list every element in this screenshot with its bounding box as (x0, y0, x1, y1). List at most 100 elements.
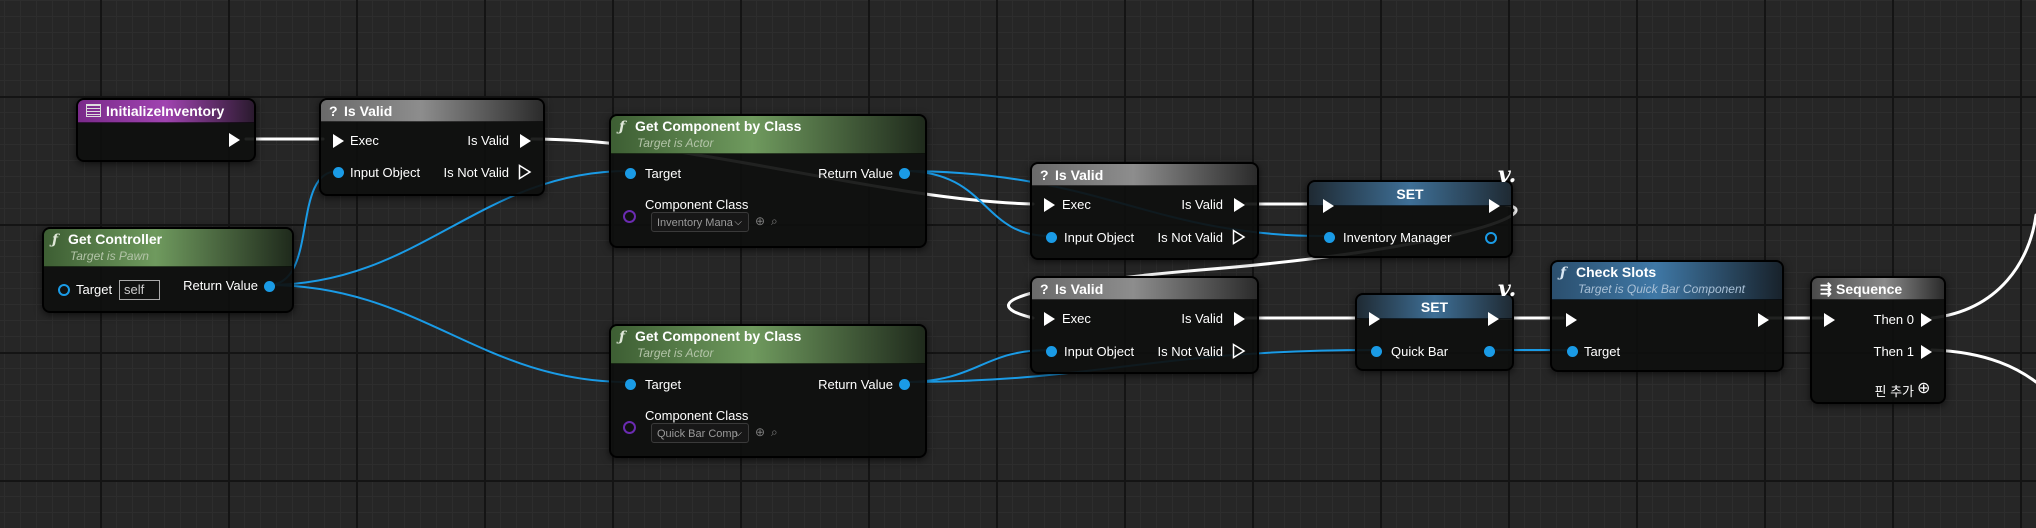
exec-out-pin[interactable] (1488, 312, 1499, 326)
quick-bar-label: Quick Bar (1391, 344, 1449, 359)
add-pin-icon[interactable]: ⊕ (1917, 378, 1930, 398)
then-1-pin[interactable] (1921, 345, 1932, 359)
is-valid-label: Is Valid (1181, 197, 1223, 212)
set-quick-bar-node[interactable]: SET Quick Bar (1355, 293, 1514, 371)
exec-label: Exec (1062, 311, 1091, 326)
is-valid-node-2[interactable]: ? Is Valid Exec Is Valid Input Object Is … (1030, 162, 1259, 260)
question-icon: ? (329, 103, 338, 119)
inventory-manager-out-pin[interactable] (1485, 232, 1497, 244)
input-object-pin[interactable] (333, 167, 344, 178)
node-title: InitializeInventory (106, 103, 225, 119)
component-class-dropdown[interactable]: Quick Bar Comp ⌵ (651, 423, 749, 443)
use-selected-icon[interactable]: ⊕ (755, 214, 765, 228)
function-icon: ƒ (619, 119, 626, 135)
sequence-node[interactable]: ⇶ Sequence Then 0 Then 1 핀 추가 ⊕ (1810, 276, 1946, 404)
is-valid-exec-pin[interactable] (1234, 312, 1245, 326)
target-pin[interactable] (58, 284, 70, 296)
exec-wire-then1 (1930, 348, 2036, 384)
node-header: InitializeInventory (78, 100, 254, 123)
target-label: Target (76, 282, 113, 297)
set-inventory-manager-node[interactable]: SET Inventory Manager (1307, 180, 1513, 258)
exec-in-pin[interactable] (1369, 312, 1380, 326)
component-class-value: Inventory Mana (657, 217, 733, 229)
exec-in-pin[interactable] (1044, 198, 1055, 212)
node-subtitle: Target is Actor (637, 346, 714, 360)
exec-out-pin[interactable] (1489, 199, 1500, 213)
variable-icon: v. (1498, 162, 1517, 188)
return-value-label: Return Value (818, 377, 893, 392)
function-icon: ƒ (1560, 265, 1567, 281)
variable-icon: v. (1498, 276, 1517, 302)
browse-search-icon[interactable]: ⌕ (771, 425, 778, 440)
is-not-valid-exec-pin[interactable] (1232, 343, 1246, 359)
then-1-label: Then 1 (1873, 344, 1914, 359)
component-class-pin[interactable] (623, 210, 636, 223)
component-class-pin[interactable] (623, 421, 636, 434)
return-value-pin[interactable] (264, 281, 275, 292)
target-label: Target (1584, 344, 1621, 359)
node-header: ? Is Valid (321, 100, 543, 122)
event-icon (86, 104, 101, 117)
is-not-valid-exec-pin[interactable] (1232, 229, 1246, 245)
component-class-label: Component Class (645, 408, 749, 423)
target-pin[interactable] (1567, 346, 1578, 357)
input-object-pin[interactable] (1046, 346, 1057, 357)
exec-in-pin[interactable] (1044, 312, 1055, 326)
node-title: Is Valid (1055, 167, 1104, 183)
get-component-by-class-node-1[interactable]: ƒ Get Component by Class Target is Actor … (609, 114, 927, 248)
initialize-inventory-node[interactable]: InitializeInventory (76, 98, 256, 162)
return-value-label: Return Value (183, 278, 258, 293)
target-pin[interactable] (625, 168, 636, 179)
node-title: Get Component by Class (635, 328, 802, 344)
node-title: Get Controller (68, 231, 163, 247)
node-title: Is Valid (1055, 281, 1104, 297)
inventory-manager-pin[interactable] (1324, 232, 1335, 243)
input-object-pin[interactable] (1046, 232, 1057, 243)
target-label: Target (645, 166, 682, 181)
node-header: SET (1309, 182, 1511, 206)
get-component-by-class-node-2[interactable]: ƒ Get Component by Class Target is Actor … (609, 324, 927, 458)
target-pin[interactable] (625, 379, 636, 390)
return-value-pin[interactable] (899, 379, 910, 390)
use-selected-icon[interactable]: ⊕ (755, 425, 765, 439)
is-valid-node-3[interactable]: ? Is Valid Exec Is Valid Input Object Is … (1030, 276, 1259, 374)
is-valid-exec-pin[interactable] (520, 134, 531, 148)
function-icon: ƒ (52, 232, 59, 248)
question-icon: ? (1040, 167, 1049, 183)
node-title: Is Valid (344, 103, 393, 119)
target-label: Target (645, 377, 682, 392)
return-value-pin[interactable] (899, 168, 910, 179)
chevron-down-icon: ⌵ (734, 217, 742, 228)
node-header: ⇶ Sequence (1812, 278, 1944, 300)
component-class-value: Quick Bar Comp (657, 428, 738, 440)
exec-in-pin[interactable] (1824, 313, 1835, 327)
get-controller-node[interactable]: ƒ Get Controller Target is Pawn Target se… (42, 227, 294, 313)
exec-in-pin[interactable] (1323, 199, 1334, 213)
exec-in-pin[interactable] (333, 134, 344, 148)
sequence-icon: ⇶ (1820, 281, 1832, 297)
return-value-label: Return Value (818, 166, 893, 181)
add-pin-label[interactable]: 핀 추가 (1875, 381, 1915, 400)
then-0-pin[interactable] (1921, 313, 1932, 327)
node-header: ƒ Get Controller Target is Pawn (44, 229, 292, 267)
browse-search-icon[interactable]: ⌕ (771, 214, 778, 229)
component-class-dropdown[interactable]: Inventory Mana ⌵ (651, 212, 749, 232)
exec-in-pin[interactable] (1566, 313, 1577, 327)
node-title: SET (1396, 186, 1424, 202)
exec-wire-then0 (1930, 213, 2036, 320)
node-header: ƒ Get Component by Class Target is Actor (611, 326, 925, 364)
is-valid-label: Is Valid (467, 133, 509, 148)
is-not-valid-exec-pin[interactable] (518, 164, 532, 180)
is-valid-node-1[interactable]: ? Is Valid Exec Is Valid Input Object Is … (319, 98, 545, 196)
quick-bar-out-pin[interactable] (1484, 346, 1495, 357)
exec-out-pin[interactable] (229, 133, 240, 147)
input-object-label: Input Object (350, 165, 421, 180)
self-default-value[interactable]: self (119, 280, 160, 300)
exec-label: Exec (1062, 197, 1091, 212)
node-header: ? Is Valid (1032, 278, 1257, 300)
exec-out-pin[interactable] (1758, 313, 1769, 327)
check-slots-node[interactable]: ƒ Check Slots Target is Quick Bar Compone… (1550, 260, 1784, 372)
quick-bar-pin[interactable] (1371, 346, 1382, 357)
exec-label: Exec (350, 133, 379, 148)
is-valid-exec-pin[interactable] (1234, 198, 1245, 212)
